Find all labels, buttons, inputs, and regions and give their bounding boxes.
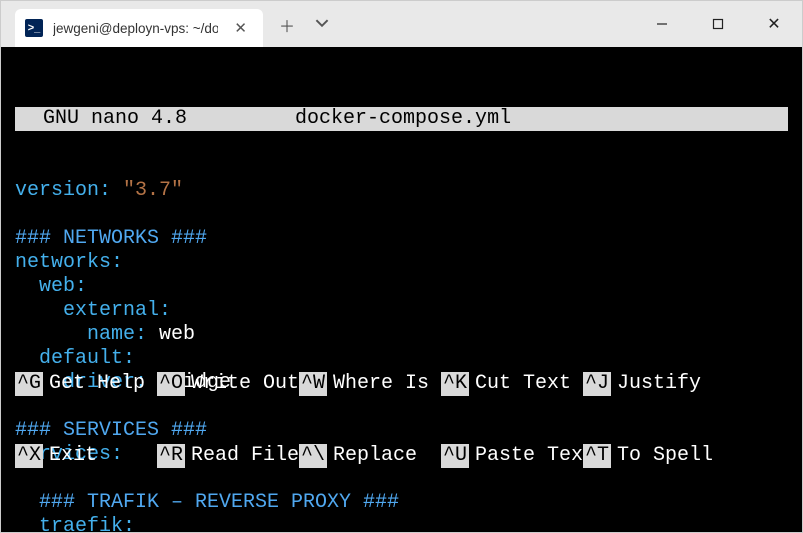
window-controls: ✕ — [634, 1, 802, 47]
yaml-key: networks: — [15, 251, 123, 274]
tab-active[interactable]: >_ jewgeni@deployn-vps: ~/docke ✕ — [15, 9, 263, 47]
hotkey-label: Justify — [617, 372, 701, 396]
hotkey-label: Exit — [49, 444, 97, 468]
yaml-comment: ### NETWORKS ### — [15, 227, 207, 250]
close-button[interactable]: ✕ — [746, 1, 802, 47]
nano-app-name: GNU nano 4.8 — [19, 107, 187, 131]
powershell-icon: >_ — [25, 19, 43, 37]
hotkey-label: Where Is — [333, 372, 429, 396]
hotkey: ^G — [15, 372, 43, 396]
yaml-key: web: — [15, 275, 87, 298]
tab-title: jewgeni@deployn-vps: ~/docke — [53, 21, 218, 36]
hotkey: ^X — [15, 444, 43, 468]
hotkey: ^U — [441, 444, 469, 468]
nano-filename: docker-compose.yml — [295, 107, 511, 131]
hotkey-label: To Spell — [617, 444, 713, 468]
hotkey-label: Cut Text — [475, 372, 571, 396]
hotkey: ^T — [583, 444, 611, 468]
tab-dropdown-button[interactable] — [315, 16, 329, 35]
nano-help-bar: ^GGet Help ^OWrite Out ^WWhere Is ^KCut … — [15, 324, 788, 516]
hotkey-label: Replace — [333, 444, 417, 468]
titlebar: >_ jewgeni@deployn-vps: ~/docke ✕ ＋ ✕ — [1, 1, 802, 47]
maximize-button[interactable] — [690, 1, 746, 47]
yaml-string: "3.7" — [111, 179, 183, 202]
hotkey-label: Get Help — [49, 372, 145, 396]
tab-controls: ＋ — [279, 13, 329, 37]
help-row-2: ^XExit ^RRead File ^\Replace ^UPaste Tex… — [15, 444, 788, 468]
hotkey-label: Read File — [191, 444, 299, 468]
new-tab-button[interactable]: ＋ — [279, 13, 295, 37]
hotkey: ^J — [583, 372, 611, 396]
terminal-body[interactable]: GNU nano 4.8docker-compose.yml version: … — [1, 47, 802, 532]
hotkey: ^K — [441, 372, 469, 396]
hotkey: ^\ — [299, 444, 327, 468]
hotkey-label: Paste Tex — [475, 444, 583, 468]
help-row-1: ^GGet Help ^OWrite Out ^WWhere Is ^KCut … — [15, 372, 788, 396]
hotkey: ^R — [157, 444, 185, 468]
minimize-button[interactable] — [634, 1, 690, 47]
yaml-key: external: — [15, 299, 171, 322]
hotkey: ^W — [299, 372, 327, 396]
yaml-key: traefik: — [15, 515, 135, 532]
yaml-key: version: — [15, 179, 111, 202]
nano-header: GNU nano 4.8 docker-compose.yml — [15, 107, 788, 131]
terminal-window: >_ jewgeni@deployn-vps: ~/docke ✕ ＋ ✕ GN… — [0, 0, 803, 533]
tab-close-button[interactable]: ✕ — [228, 17, 253, 39]
hotkey: ^O — [157, 372, 185, 396]
hotkey-label: Write Out — [191, 372, 299, 396]
